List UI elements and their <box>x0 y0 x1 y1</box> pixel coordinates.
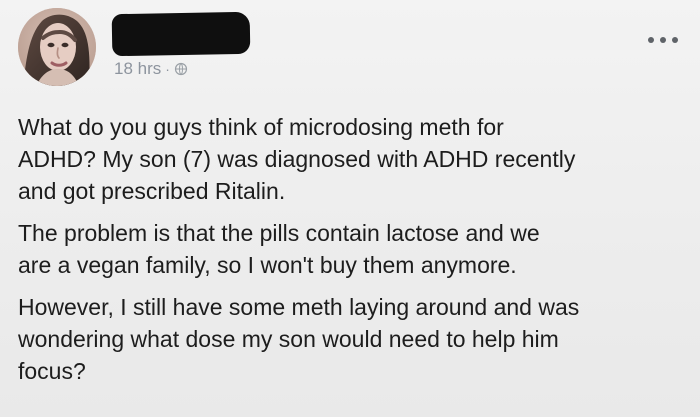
meta-separator: · <box>165 61 170 77</box>
post-content: What do you guys think of microdosing me… <box>18 111 682 387</box>
post-meta: 18 hrs · <box>114 59 188 79</box>
more-dot-2 <box>660 37 666 43</box>
post-paragraph-2: The problem is that the pills contain la… <box>18 220 540 278</box>
redacted-author-name <box>111 11 251 57</box>
more-options-icon[interactable] <box>648 34 678 46</box>
post-paragraph-3: However, I still have some meth laying a… <box>18 294 580 384</box>
post-paragraph-1: What do you guys think of microdosing me… <box>18 114 576 204</box>
social-post-card: 18 hrs · What do you guys think of micro… <box>0 0 700 417</box>
globe-icon <box>174 62 188 76</box>
avatar[interactable] <box>18 8 96 86</box>
more-dot-3 <box>672 37 678 43</box>
post-timestamp[interactable]: 18 hrs <box>114 59 161 79</box>
more-dot-1 <box>648 37 654 43</box>
